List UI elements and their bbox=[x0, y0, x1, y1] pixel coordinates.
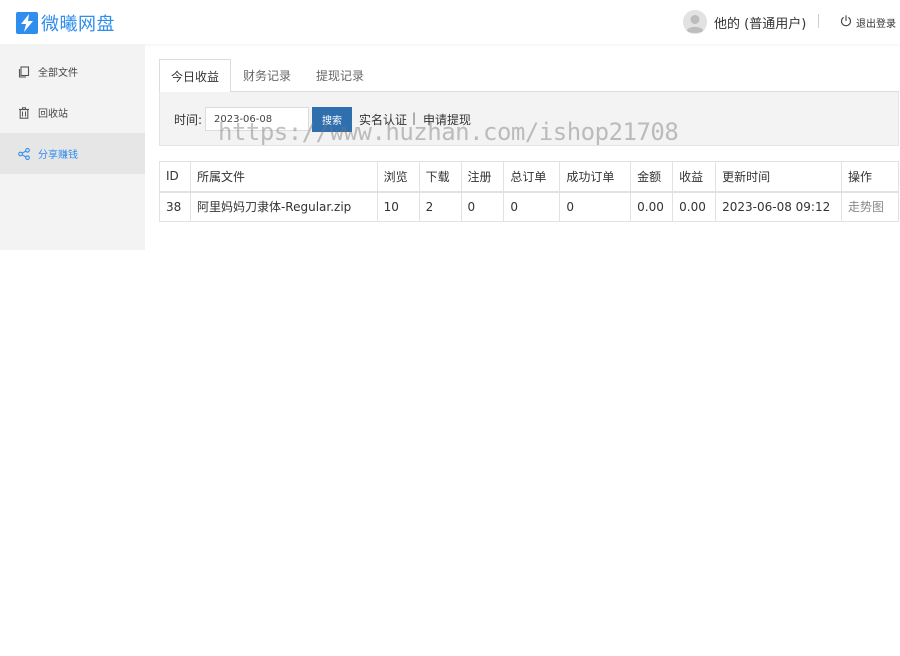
top-header: 微曦网盘 他的 (普通用户) 退出登录 bbox=[0, 0, 900, 44]
tab-today-earnings[interactable]: 今日收益 bbox=[159, 59, 231, 93]
col-header-total-orders: 总订单 bbox=[503, 161, 561, 192]
withdraw-link[interactable]: 申请提现 bbox=[423, 111, 471, 128]
cell-updated: 2023-06-08 09:12 bbox=[715, 191, 843, 222]
cell-amount: 0.00 bbox=[630, 191, 674, 222]
cell-registrations: 0 bbox=[460, 191, 505, 222]
tab-withdraw-records[interactable]: 提现记录 bbox=[304, 59, 376, 92]
link-separator: | bbox=[412, 111, 417, 125]
earnings-table: ID 所属文件 浏览 下载 注册 总订单 成功订单 金额 收益 更新时间 操作 … bbox=[159, 161, 899, 222]
cell-file: 阿里妈妈刀隶体-Regular.zip bbox=[189, 191, 378, 222]
copy-icon bbox=[18, 65, 30, 78]
sidebar-item-recycle-bin[interactable]: 回收站 bbox=[0, 92, 145, 133]
cell-views: 10 bbox=[376, 191, 420, 222]
col-header-success-orders: 成功订单 bbox=[559, 161, 632, 192]
tab-finance-records[interactable]: 财务记录 bbox=[231, 59, 303, 92]
cell-id: 38 bbox=[159, 191, 191, 222]
time-label: 时间: bbox=[174, 113, 203, 127]
trash-icon bbox=[18, 106, 30, 119]
app-logo[interactable]: 微曦网盘 bbox=[16, 10, 115, 36]
avatar-icon bbox=[683, 10, 707, 34]
table-header-row: ID 所属文件 浏览 下载 注册 总订单 成功订单 金额 收益 更新时间 操作 bbox=[159, 161, 899, 192]
tab-bar: 今日收益 财务记录 提现记录 bbox=[159, 59, 899, 93]
col-header-file: 所属文件 bbox=[189, 161, 378, 192]
table-row: 38 阿里妈妈刀隶体-Regular.zip 10 2 0 0 0 0.00 0… bbox=[159, 191, 899, 222]
sidebar-item-all-files[interactable]: 全部文件 bbox=[0, 51, 145, 92]
col-header-registrations: 注册 bbox=[460, 161, 505, 192]
col-header-amount: 金额 bbox=[630, 161, 674, 192]
header-divider bbox=[818, 14, 819, 28]
col-header-updated: 更新时间 bbox=[715, 161, 843, 192]
sidebar: 全部文件 回收站 分享赚钱 bbox=[0, 44, 145, 250]
cell-downloads: 2 bbox=[418, 191, 462, 222]
col-header-id: ID bbox=[159, 161, 191, 192]
sidebar-item-label: 分享赚钱 bbox=[38, 150, 78, 161]
user-name: 他的 (普通用户) bbox=[714, 16, 807, 32]
user-menu[interactable]: 他的 (普通用户) bbox=[683, 10, 806, 34]
app-title: 微曦网盘 bbox=[41, 14, 115, 35]
share-icon bbox=[18, 147, 30, 160]
date-input[interactable] bbox=[205, 107, 309, 131]
sidebar-item-label: 回收站 bbox=[38, 109, 68, 120]
search-button[interactable]: 搜索 bbox=[312, 107, 352, 132]
col-header-earnings: 收益 bbox=[672, 161, 717, 192]
sidebar-item-label: 全部文件 bbox=[38, 68, 78, 79]
cell-success-orders: 0 bbox=[559, 191, 632, 222]
cell-total-orders: 0 bbox=[503, 191, 561, 222]
logout-label: 退出登录 bbox=[856, 19, 896, 30]
logout-button[interactable]: 退出登录 bbox=[840, 15, 896, 30]
col-header-downloads: 下载 bbox=[418, 161, 462, 192]
cell-earnings: 0.00 bbox=[672, 191, 717, 222]
col-header-views: 浏览 bbox=[376, 161, 420, 192]
power-icon bbox=[840, 15, 852, 30]
col-header-actions: 操作 bbox=[841, 161, 899, 192]
verify-link[interactable]: 实名认证 bbox=[359, 111, 407, 128]
sidebar-item-share-earn[interactable]: 分享赚钱 bbox=[0, 133, 145, 174]
lightning-icon bbox=[16, 12, 38, 34]
filter-panel: 时间: 搜索 实名认证 | 申请提现 bbox=[159, 92, 899, 146]
trend-chart-link[interactable]: 走势图 bbox=[841, 191, 899, 222]
